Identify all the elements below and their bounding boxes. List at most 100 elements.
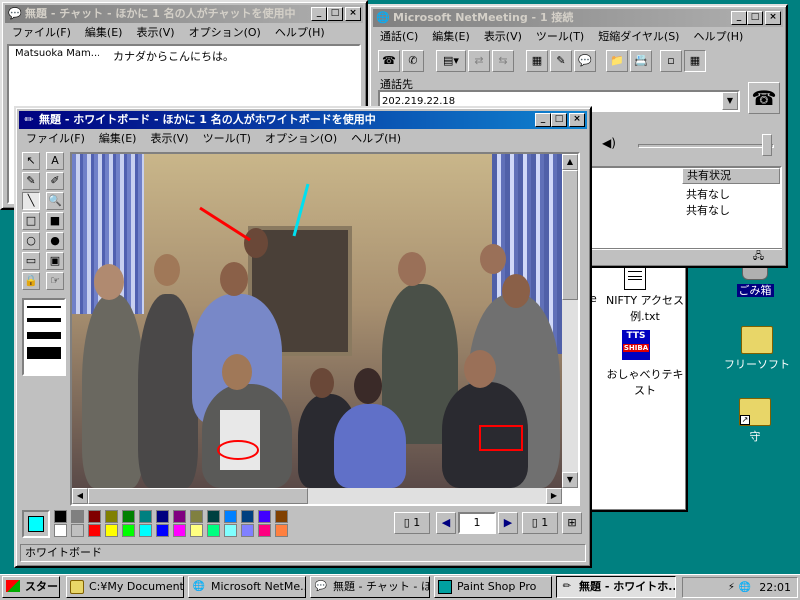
line-width-1[interactable] (27, 306, 61, 308)
previous-page-button[interactable]: ◀ (436, 512, 456, 534)
line-width-4[interactable] (27, 347, 61, 359)
clock[interactable]: 22:01 (759, 581, 791, 594)
color-swatch[interactable] (190, 524, 203, 537)
color-swatch[interactable] (122, 510, 135, 523)
menu-view[interactable]: 表示(V) (129, 24, 181, 42)
color-swatch[interactable] (190, 510, 203, 523)
menu-file[interactable]: ファイル(F) (19, 130, 92, 148)
menu-tools[interactable]: ツール(T) (196, 130, 258, 148)
line-tool[interactable]: ╲ (22, 192, 40, 210)
menu-help[interactable]: ヘルプ(H) (686, 28, 750, 46)
collaborate-icon[interactable]: ⇄ (468, 50, 490, 72)
line-width-2[interactable] (27, 318, 61, 322)
volume-slider-thumb[interactable] (762, 134, 772, 156)
ellipse-tool[interactable]: ○ (22, 232, 40, 250)
color-swatch[interactable] (241, 524, 254, 537)
table-row[interactable]: 共有なし (686, 186, 730, 202)
scroll-left-button[interactable]: ◀ (72, 488, 88, 504)
scroll-right-button[interactable]: ▶ (546, 488, 562, 504)
maximize-button[interactable]: □ (747, 11, 763, 25)
desktop-icon-mamoru[interactable]: ↗ 守 (720, 398, 790, 444)
color-swatch[interactable] (139, 510, 152, 523)
chat-icon[interactable]: 💬 (574, 50, 596, 72)
menu-file[interactable]: ファイル(F) (5, 24, 78, 42)
vertical-scroll-thumb[interactable] (562, 170, 578, 300)
menu-options[interactable]: オプション(O) (258, 130, 344, 148)
color-swatch[interactable] (156, 510, 169, 523)
color-swatch[interactable] (258, 524, 271, 537)
hangup-icon[interactable]: ✆ (402, 50, 424, 72)
color-swatch[interactable] (105, 510, 118, 523)
pen-tool[interactable]: ✎ (22, 172, 40, 190)
call-icon[interactable]: ☎ (378, 50, 400, 72)
zoom-tool[interactable]: 🔍 (46, 192, 64, 210)
color-swatch[interactable] (207, 510, 220, 523)
maximize-button[interactable]: □ (327, 7, 343, 21)
whiteboard-icon[interactable]: ▦ (526, 50, 548, 72)
page-number-field[interactable]: 1 (458, 512, 496, 534)
color-swatch[interactable] (173, 510, 186, 523)
task-paintshop[interactable]: Paint Shop Pro (434, 576, 552, 598)
color-swatch[interactable] (88, 524, 101, 537)
volume-slider[interactable] (638, 144, 774, 148)
menu-help[interactable]: ヘルプ(H) (344, 130, 408, 148)
details-view-icon[interactable]: ▫ (660, 50, 682, 72)
menu-view[interactable]: 表示(V) (143, 130, 195, 148)
color-swatch[interactable] (275, 524, 288, 537)
close-button[interactable]: × (765, 11, 781, 25)
close-button[interactable]: × (345, 7, 361, 21)
directory-icon[interactable]: 📁 (606, 50, 628, 72)
menu-edit[interactable]: 編集(E) (425, 28, 477, 46)
network-tray-icon[interactable]: ⚡ (728, 582, 735, 593)
task-chat[interactable]: 💬 無題 - チャット - ほ... (310, 576, 430, 598)
task-my-documents[interactable]: C:¥My Document... (66, 576, 184, 598)
tts-shiba-icon[interactable]: TTS SHIBA (622, 330, 650, 360)
color-swatch[interactable] (156, 524, 169, 537)
maximize-button[interactable]: □ (551, 113, 567, 127)
remote-pointer-tool[interactable]: ☞ (46, 272, 64, 290)
menu-view[interactable]: 表示(V) (477, 28, 529, 46)
insert-page-button[interactable]: ⊞ (562, 512, 582, 534)
color-swatch[interactable] (275, 510, 288, 523)
vertical-scrollbar[interactable]: ▲ ▼ (562, 154, 578, 488)
page-list-button[interactable]: ▯ 1 (394, 512, 430, 534)
color-swatch[interactable] (173, 524, 186, 537)
color-swatch[interactable] (122, 524, 135, 537)
desktop-icon-free-software[interactable]: フリーソフト (722, 326, 792, 372)
whiteboard-canvas[interactable]: ▲ ▼ ◀ ▶ (70, 152, 580, 506)
filled-ellipse-tool[interactable]: ● (46, 232, 64, 250)
menu-call[interactable]: 通話(C) (373, 28, 425, 46)
color-swatch[interactable] (105, 524, 118, 537)
color-swatch[interactable] (224, 524, 237, 537)
place-call-button[interactable]: ☎ (748, 82, 780, 114)
menu-edit[interactable]: 編集(E) (92, 130, 144, 148)
color-swatch[interactable] (54, 510, 67, 523)
menu-speed-dial[interactable]: 短縮ダイヤル(S) (591, 28, 686, 46)
task-netmeeting[interactable]: 🌐 Microsoft NetMe... (188, 576, 306, 598)
next-page-button[interactable]: ▶ (498, 512, 518, 534)
color-swatch[interactable] (71, 524, 84, 537)
netmeeting-tray-icon[interactable]: 🌐 (739, 582, 751, 593)
scroll-up-button[interactable]: ▲ (562, 154, 578, 170)
close-button[interactable]: × (569, 113, 585, 127)
menu-help[interactable]: ヘルプ(H) (268, 24, 332, 42)
current-color[interactable] (22, 510, 50, 538)
menu-edit[interactable]: 編集(E) (78, 24, 130, 42)
rect-tool[interactable]: □ (22, 212, 40, 230)
chevron-down-icon[interactable]: ▼ (722, 92, 738, 110)
horizontal-scroll-thumb[interactable] (88, 488, 308, 504)
minimize-button[interactable]: _ (535, 113, 551, 127)
select-area-tool[interactable]: ▣ (46, 252, 64, 270)
transfer-icon[interactable]: ⇆ (492, 50, 514, 72)
line-width-3[interactable] (27, 332, 61, 339)
highlighter-tool[interactable]: ✐ (46, 172, 64, 190)
color-swatch[interactable] (71, 510, 84, 523)
last-page-button[interactable]: ▯ 1 (522, 512, 558, 534)
participants-table[interactable]: 共有状況 共有なし 共有なし (590, 166, 782, 250)
nifty-text-file-icon[interactable] (624, 266, 646, 290)
chat-titlebar[interactable]: 💬 無題 - チャット - ほかに 1 名の人がチャットを使用中 (5, 5, 363, 23)
color-swatch[interactable] (54, 524, 67, 537)
horizontal-scrollbar[interactable]: ◀ ▶ (72, 488, 562, 504)
task-whiteboard[interactable]: ✏ 無題 - ホワイトホ... (556, 576, 676, 598)
arrow-tool[interactable]: ↖ (22, 152, 40, 170)
